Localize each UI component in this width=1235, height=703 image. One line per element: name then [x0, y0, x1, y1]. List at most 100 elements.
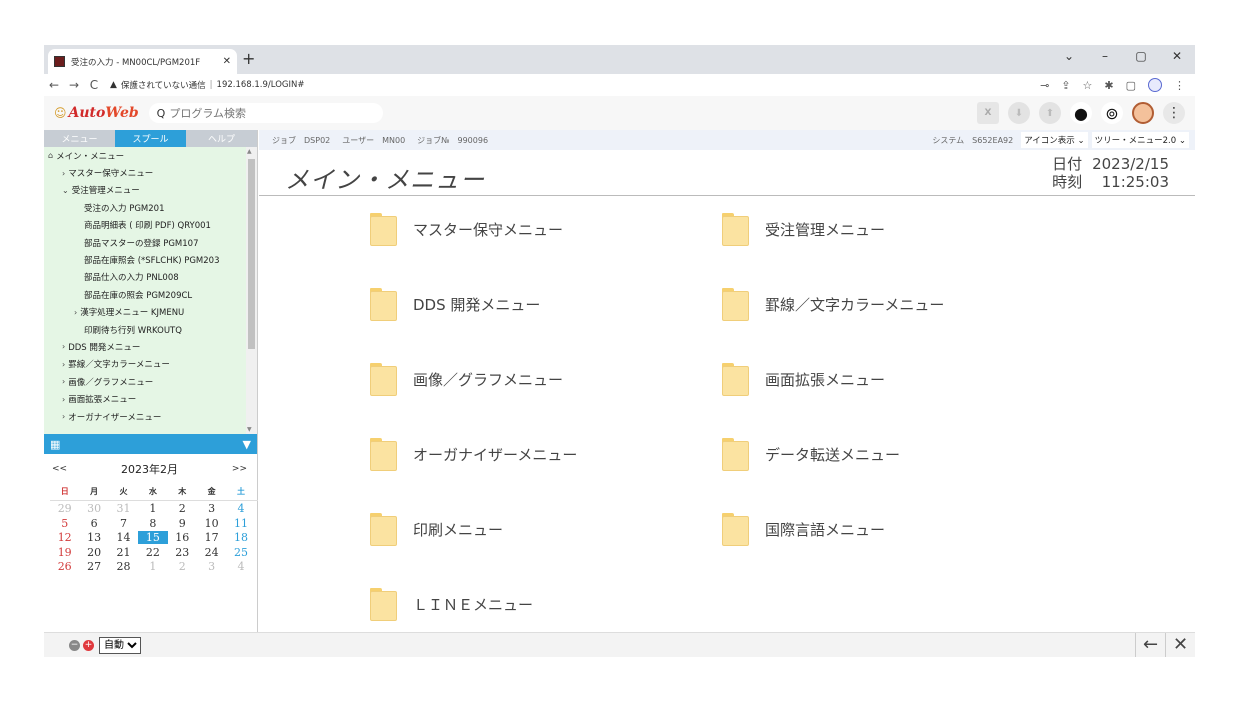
upload-icon[interactable]: ⬆ — [1039, 102, 1061, 124]
tree-menu-select[interactable]: ツリー・メニュー2.0 ⌄ — [1091, 132, 1189, 148]
tree-item[interactable]: › 画像／グラフメニュー — [44, 373, 257, 390]
minimize-button[interactable]: – — [1087, 49, 1123, 63]
user-avatar-icon[interactable] — [1132, 102, 1154, 124]
calendar-day[interactable]: 27 — [79, 560, 108, 573]
menu-item[interactable]: データ転送メニュー — [722, 438, 900, 471]
more-icon[interactable]: ⋮ — [1163, 102, 1185, 124]
maximize-button[interactable]: ▢ — [1123, 49, 1159, 63]
calendar-day[interactable]: 29 — [50, 502, 79, 515]
calendar-day[interactable]: 18 — [226, 531, 255, 544]
reload-button[interactable]: C — [84, 78, 104, 92]
menu-item[interactable]: 印刷メニュー — [370, 513, 503, 546]
tree-item[interactable]: › 画面拡張メニュー — [44, 390, 257, 407]
calendar-day[interactable]: 1 — [138, 560, 167, 573]
calendar-day[interactable]: 12 — [50, 531, 79, 544]
calendar-day[interactable]: 4 — [226, 502, 255, 515]
calendar-day[interactable]: 26 — [50, 560, 79, 573]
extensions-icon[interactable]: ✱ — [1104, 79, 1113, 92]
scroll-up-icon[interactable]: ▲ — [247, 148, 252, 155]
calendar-day[interactable]: 17 — [197, 531, 226, 544]
tab-spool[interactable]: スプール — [115, 130, 186, 147]
menu-dots-icon[interactable]: ⋮ — [1174, 79, 1185, 92]
browser-tab[interactable]: 受注の入力 - MN00CL/PGM201F ✕ — [48, 49, 237, 74]
tab-help[interactable]: ヘルプ — [186, 130, 257, 147]
menu-item[interactable]: 画面拡張メニュー — [722, 363, 885, 396]
close-window-button[interactable]: ✕ — [1159, 49, 1195, 63]
tree-item[interactable]: 印刷待ち行列 WRKOUTQ — [44, 321, 257, 338]
icon-display-select[interactable]: アイコン表示 ⌄ — [1021, 132, 1088, 148]
url-field[interactable]: ▲ 保護されていない通信 | 192.168.1.9/LOGIN# — [110, 76, 1040, 94]
calendar-day[interactable]: 28 — [109, 560, 138, 573]
collapse-icon[interactable]: ▼ — [243, 438, 251, 451]
back-arrow-button[interactable]: ← — [1135, 633, 1165, 657]
prev-month-button[interactable]: << — [52, 464, 67, 474]
tree-item[interactable]: ⌄ 受注管理メニュー — [44, 182, 257, 199]
tree-item[interactable]: 受注の入力 PGM201 — [44, 199, 257, 216]
calendar-day[interactable]: 2 — [168, 560, 197, 573]
forward-button[interactable]: → — [64, 78, 84, 92]
menu-item[interactable]: 罫線／文字カラーメニュー — [722, 288, 944, 321]
scroll-thumb[interactable] — [248, 159, 255, 349]
calendar-day[interactable]: 24 — [197, 546, 226, 559]
share-icon[interactable]: ⇪ — [1061, 79, 1070, 92]
calendar-day[interactable]: 7 — [109, 517, 138, 530]
calendar-day[interactable]: 20 — [79, 546, 108, 559]
menu-item[interactable]: マスター保守メニュー — [370, 213, 563, 246]
tree-item[interactable]: › 罫線／文字カラーメニュー — [44, 356, 257, 373]
new-tab-button[interactable]: + — [242, 49, 255, 68]
zoom-select[interactable]: 自動 — [99, 636, 141, 654]
menu-item[interactable]: 受注管理メニュー — [722, 213, 885, 246]
profile-icon[interactable] — [1148, 78, 1162, 92]
tree-item[interactable]: 部品仕入の入力 PNL008 — [44, 269, 257, 286]
calendar-day[interactable]: 2 — [168, 502, 197, 515]
menu-item[interactable]: DDS 開発メニュー — [370, 288, 540, 321]
next-month-button[interactable]: >> — [232, 464, 247, 474]
calendar-day[interactable]: 9 — [168, 517, 197, 530]
calendar-day[interactable]: 5 — [50, 517, 79, 530]
tree-item[interactable]: › オーガナイザーメニュー — [44, 408, 257, 425]
menu-item[interactable]: ＬＩＮＥメニュー — [370, 588, 533, 621]
tree-item[interactable]: › 漢字処理メニュー KJMENU — [44, 304, 257, 321]
menu-item[interactable]: オーガナイザーメニュー — [370, 438, 577, 471]
calendar-day[interactable]: 19 — [50, 546, 79, 559]
calendar-day[interactable]: 3 — [197, 560, 226, 573]
calendar-day[interactable]: 6 — [79, 517, 108, 530]
star-icon[interactable]: ☆ — [1083, 79, 1093, 92]
tree-item[interactable]: › マスター保守メニュー — [44, 164, 257, 181]
calendar-day[interactable]: 11 — [226, 517, 255, 530]
close-button[interactable]: ✕ — [1165, 633, 1195, 657]
menu-item[interactable]: 画像／グラフメニュー — [370, 363, 563, 396]
calendar-day[interactable]: 13 — [79, 531, 108, 544]
tab-search-icon[interactable]: ⌄ — [1051, 49, 1087, 63]
calendar-day[interactable]: 15 — [138, 531, 168, 545]
tree-item[interactable]: 商品明細表 ( 印刷 PDF) QRY001 — [44, 217, 257, 234]
tab-close-icon[interactable]: ✕ — [223, 56, 231, 67]
calendar-day[interactable]: 14 — [109, 531, 138, 544]
calendar-day[interactable]: 10 — [197, 517, 226, 530]
menu-item[interactable]: 国際言語メニュー — [722, 513, 885, 546]
program-search[interactable]: Q — [148, 103, 383, 123]
program-search-input[interactable] — [169, 106, 360, 120]
calendar-day[interactable]: 23 — [168, 546, 197, 559]
arrow-down-circle-icon[interactable]: ⊚ — [1101, 102, 1123, 124]
calendar-day[interactable]: 16 — [168, 531, 197, 544]
calendar-day[interactable]: 3 — [197, 502, 226, 515]
calendar-day[interactable]: 21 — [109, 546, 138, 559]
calendar-day[interactable]: 25 — [226, 546, 255, 559]
scroll-down-icon[interactable]: ▼ — [247, 426, 252, 433]
tree-scrollbar[interactable]: ▲ ▼ — [246, 147, 257, 434]
messenger-icon[interactable]: ● — [1070, 102, 1092, 124]
tree-item[interactable]: 部品マスターの登録 PGM107 — [44, 234, 257, 251]
sidepanel-icon[interactable]: ▢ — [1126, 79, 1136, 92]
key-icon[interactable]: ⊸ — [1040, 79, 1049, 92]
zoom-in-icon[interactable]: + — [83, 639, 94, 651]
tree-item[interactable]: 部品在庫照会 (*SFLCHK) PGM203 — [44, 251, 257, 268]
tree-item[interactable]: 部品在庫の照会 PGM209CL — [44, 286, 257, 303]
tree-item[interactable]: ⌂ メイン・メニュー — [44, 147, 257, 164]
excel-icon[interactable]: X — [977, 102, 999, 124]
tree-item[interactable]: › DDS 開発メニュー — [44, 338, 257, 355]
calendar-day[interactable]: 30 — [79, 502, 108, 515]
calendar-day[interactable]: 31 — [109, 502, 138, 515]
zoom-out-icon[interactable]: − — [69, 639, 80, 651]
calendar-day[interactable]: 4 — [226, 560, 255, 573]
